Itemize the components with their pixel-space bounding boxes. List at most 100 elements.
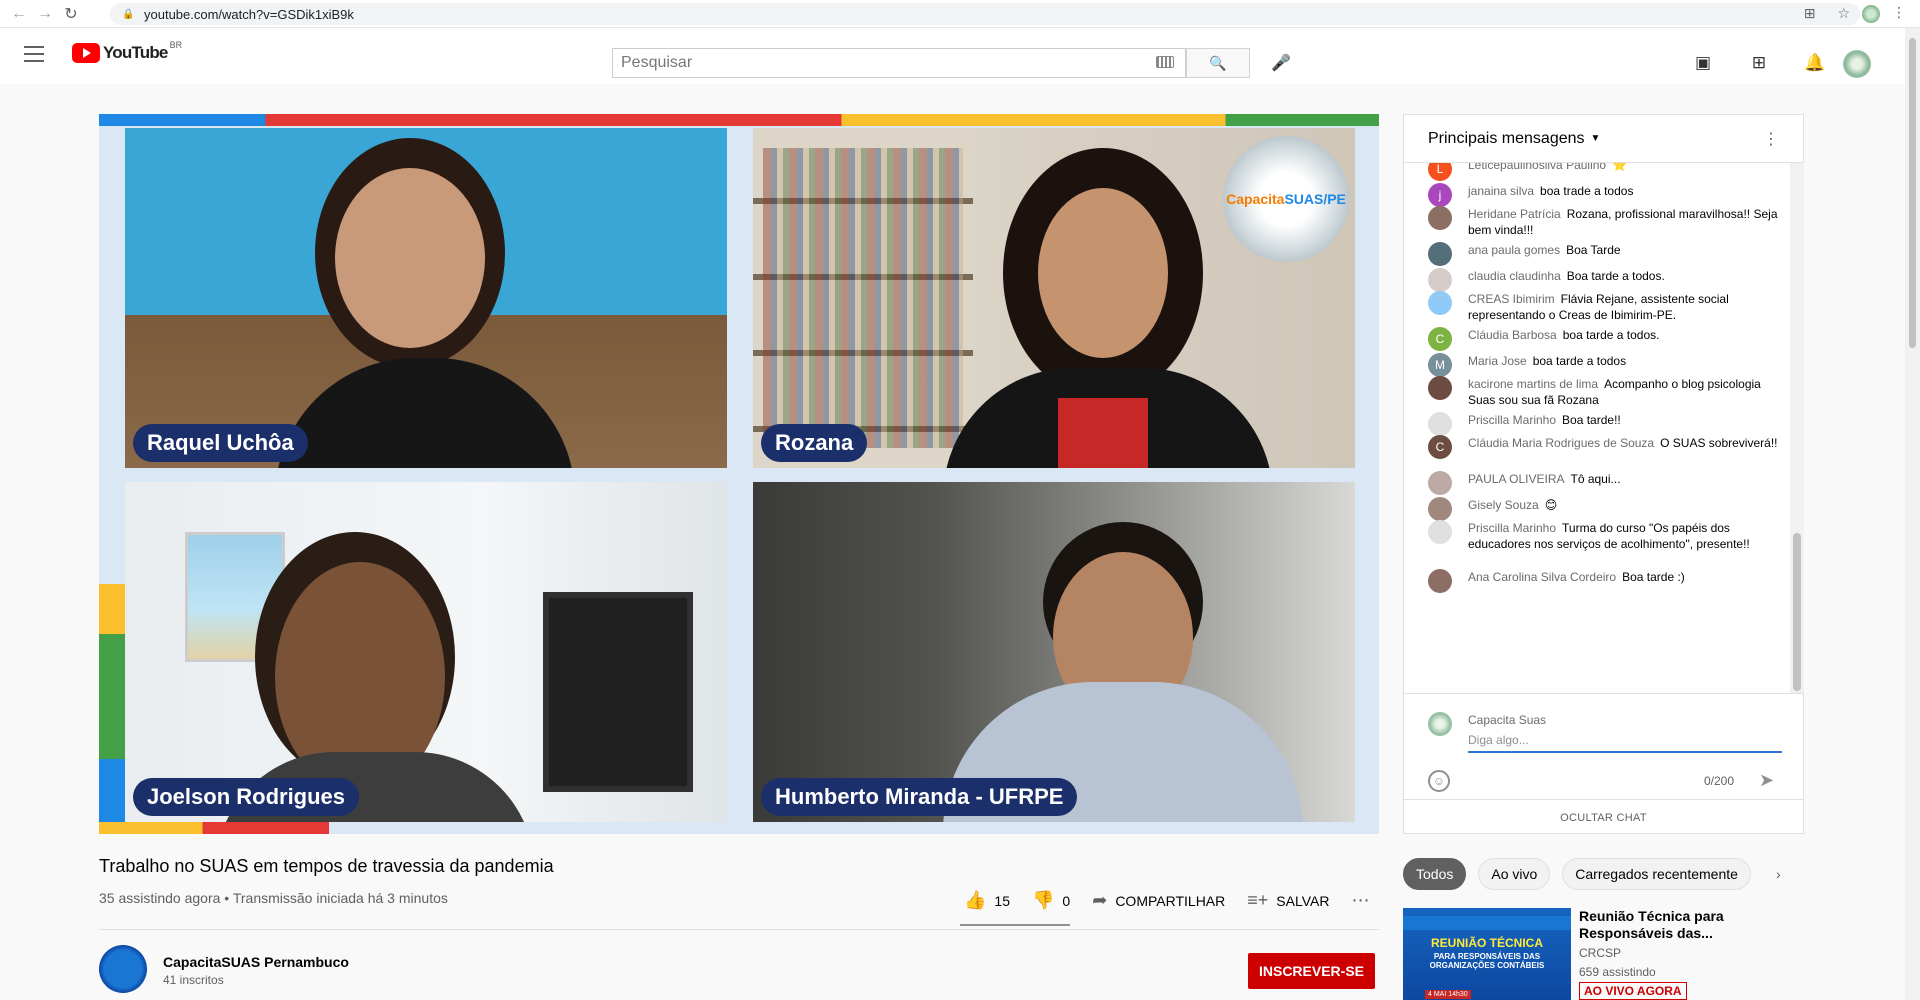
subscribe-button[interactable]: INSCREVER-SE [1248, 953, 1375, 989]
chat-author-name[interactable]: PAULA OLIVEIRA [1468, 472, 1565, 486]
youtube-logo[interactable]: YouTube BR [72, 40, 183, 63]
chat-author-avatar [1428, 520, 1452, 544]
chat-message[interactable]: Ana Carolina Silva Cordeiro Boa tarde :) [1428, 569, 1778, 593]
forward-icon[interactable]: → [32, 1, 58, 27]
chat-message-text: O SUAS sobreviverá!! [1660, 436, 1778, 450]
chat-mode-selector[interactable]: Principais mensagens [1428, 130, 1585, 148]
chat-author-name[interactable]: janaina silva [1468, 184, 1534, 198]
apps-grid-icon[interactable]: ⊞ [1746, 50, 1772, 76]
participant-tile: Humberto Miranda - UFRPE [753, 482, 1355, 822]
chat-message[interactable]: Heridane Patrícia Rozana, profissional ma… [1428, 206, 1778, 238]
channel-avatar[interactable] [99, 945, 147, 993]
chat-author-name[interactable]: CREAS Ibimirim [1468, 292, 1555, 306]
chat-user-name: Capacita Suas [1468, 713, 1547, 727]
send-icon[interactable]: ➤ [1759, 770, 1774, 791]
chat-author-avatar: M [1428, 353, 1452, 377]
chat-message-text: Boa tarde :) [1622, 570, 1685, 584]
chat-author-name[interactable]: Cláudia Maria Rodrigues de Souza [1468, 436, 1654, 450]
chat-message[interactable]: L Leticepaulinosilva Paulino ⭐ [1428, 163, 1778, 181]
chat-message[interactable]: ana paula gomes Boa Tarde [1428, 242, 1778, 266]
like-count: 15 [994, 892, 1010, 909]
chat-author-avatar: L [1428, 163, 1452, 181]
chat-author-name[interactable]: Maria Jose [1468, 354, 1527, 368]
chat-author-avatar: j [1428, 183, 1452, 207]
chat-author-name[interactable]: Cláudia Barbosa [1468, 328, 1557, 342]
chat-author-avatar: C [1428, 435, 1452, 459]
chat-message-text: boa trade a todos [1540, 184, 1634, 198]
browser-menu-icon[interactable]: ⋮ [1892, 4, 1906, 21]
install-icon[interactable]: ⊞ [1804, 5, 1816, 22]
chip-recent[interactable]: Carregados recentemente [1562, 858, 1751, 890]
lock-icon: 🔒 [122, 9, 135, 20]
search-input[interactable]: Pesquisar [612, 48, 1186, 78]
hide-chat-button[interactable]: OCULTAR CHAT [1404, 799, 1803, 835]
chat-author-name[interactable]: ana paula gomes [1468, 243, 1560, 257]
account-avatar[interactable] [1843, 50, 1871, 78]
chat-author-name[interactable]: claudia claudinha [1468, 269, 1561, 283]
reload-icon[interactable]: ↻ [58, 1, 84, 27]
chat-message[interactable]: Priscilla Marinho Boa tarde!! [1428, 412, 1778, 436]
back-icon[interactable]: ← [6, 1, 32, 27]
search-button[interactable]: 🔍 [1186, 48, 1250, 78]
chat-more-icon[interactable]: ⋮ [1763, 129, 1779, 149]
participant-name: Raquel Uchôa [133, 424, 308, 462]
share-button[interactable]: ➦ COMPARTILHAR [1092, 890, 1225, 911]
chat-author-name[interactable]: Leticepaulinosilva Paulino [1468, 163, 1606, 172]
chat-scrollbar[interactable] [1790, 163, 1804, 693]
decorative-stripe-bottom [99, 822, 329, 834]
emoji-icon[interactable]: ☺ [1428, 770, 1450, 792]
participant-name: Humberto Miranda - UFRPE [761, 778, 1078, 816]
related-video-title[interactable]: Reunião Técnica para Responsáveis das... [1579, 908, 1779, 942]
char-counter: 0/200 [1704, 774, 1735, 788]
more-horizontal-icon: ⋯ [1351, 890, 1370, 910]
related-video-thumbnail[interactable]: REUNIÃO TÉCNICA PARA RESPONSÁVEIS DAS OR… [1403, 908, 1571, 1000]
chat-message[interactable]: C Cláudia Barbosa boa tarde a todos. [1428, 327, 1778, 351]
address-bar[interactable]: 🔒 youtube.com/watch?v=GSDik1xiB9k [110, 3, 1860, 25]
chat-message[interactable]: PAULA OLIVEIRA Tô aqui... [1428, 471, 1778, 495]
chat-user-avatar [1428, 712, 1452, 736]
chat-message-list[interactable]: L Leticepaulinosilva Paulino ⭐ j janaina sil… [1404, 163, 1790, 693]
video-player[interactable]: Raquel Uchôa CapacitaSUAS/PE Rozana Joel… [99, 114, 1379, 834]
microphone-icon[interactable]: 🎤 [1268, 50, 1294, 76]
dislike-count: 0 [1062, 892, 1071, 909]
chat-author-name[interactable]: Priscilla Marinho [1468, 413, 1556, 427]
chat-author-name[interactable]: Heridane Patrícia [1468, 207, 1561, 221]
chat-message[interactable]: Gisely Souza 😊 [1428, 497, 1778, 521]
browser-profile-avatar[interactable] [1862, 5, 1880, 23]
more-actions-button[interactable]: ⋯ [1351, 890, 1369, 911]
chat-message[interactable]: kacirone martins de lima Acompanho o blog… [1428, 376, 1778, 408]
chip-all[interactable]: Todos [1403, 858, 1467, 890]
page-scrollbar[interactable] [1905, 28, 1920, 1000]
video-meta: 35 assistindo agora • Transmissão inicia… [99, 890, 448, 906]
chat-author-avatar [1428, 206, 1452, 230]
youtube-play-icon [72, 43, 100, 63]
channel-name[interactable]: CapacitaSUAS Pernambuco [163, 954, 349, 970]
notifications-bell-icon[interactable]: 🔔 [1802, 50, 1828, 76]
chat-message[interactable]: Priscilla Marinho Turma do curso "Os papé… [1428, 520, 1778, 552]
chat-author-name[interactable]: Gisely Souza [1468, 498, 1539, 512]
region-label: BR [169, 40, 183, 50]
chevron-right-icon[interactable]: › [1776, 866, 1781, 882]
chat-input-area: Capacita Suas Diga algo... ☺ 0/200 ➤ OCU… [1404, 693, 1803, 835]
chip-live[interactable]: Ao vivo [1478, 858, 1551, 890]
chat-author-name[interactable]: Priscilla Marinho [1468, 521, 1556, 535]
chat-message[interactable]: C Cláudia Maria Rodrigues de Souza O SUAS … [1428, 435, 1778, 459]
create-video-icon[interactable]: ▣ [1690, 50, 1716, 76]
keyboard-icon[interactable] [1156, 56, 1174, 68]
chat-message-input[interactable]: Diga algo... [1468, 733, 1782, 753]
dislike-button[interactable]: 👎 0 [1032, 890, 1070, 911]
menu-icon[interactable] [24, 46, 44, 62]
like-button[interactable]: 👍 15 [964, 890, 1010, 911]
thumbs-up-icon: 👍 [964, 890, 987, 910]
chat-message[interactable]: j janaina silva boa trade a todos [1428, 183, 1778, 207]
chat-author-name[interactable]: Ana Carolina Silva Cordeiro [1468, 570, 1616, 584]
chat-author-avatar [1428, 497, 1452, 521]
chat-message[interactable]: claudia claudinha Boa tarde a todos. [1428, 268, 1778, 292]
bookmark-star-icon[interactable]: ☆ [1837, 5, 1850, 22]
caret-down-icon[interactable]: ▼ [1591, 133, 1601, 144]
save-button[interactable]: ≡+ SALVAR [1247, 890, 1329, 911]
video-title: Trabalho no SUAS em tempos de travessia … [99, 856, 554, 876]
chat-author-name[interactable]: kacirone martins de lima [1468, 377, 1598, 391]
chat-message[interactable]: CREAS Ibimirim Flávia Rejane, assistente … [1428, 291, 1778, 323]
chat-message[interactable]: M Maria Jose boa tarde a todos [1428, 353, 1778, 377]
